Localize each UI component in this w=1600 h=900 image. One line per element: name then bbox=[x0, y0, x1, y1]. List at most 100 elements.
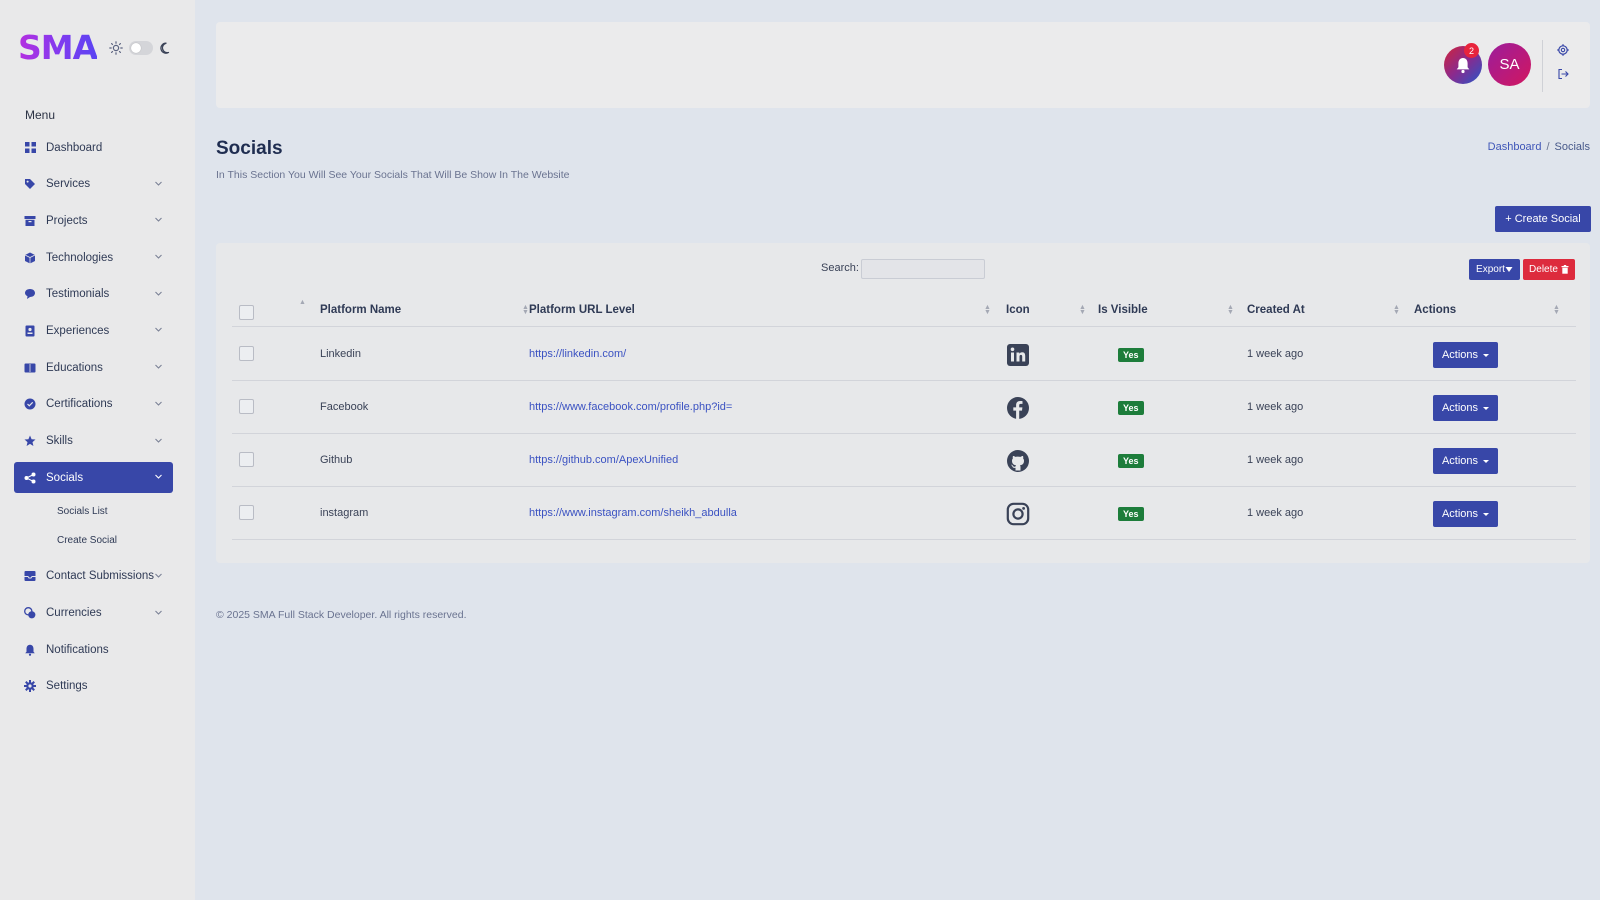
sidebar-item-projects[interactable]: Projects bbox=[14, 205, 173, 236]
caret-down-icon bbox=[1483, 512, 1490, 516]
sidebar-item-technologies[interactable]: Technologies bbox=[14, 242, 173, 273]
github-icon bbox=[1007, 450, 1029, 472]
sort-icon[interactable]: ▲ ▼ bbox=[984, 304, 991, 316]
sidebar-item-currencies[interactable]: Currencies bbox=[14, 598, 173, 629]
notification-count-badge: 2 bbox=[1464, 43, 1479, 58]
platform-url-link[interactable]: https://linkedin.com/ bbox=[529, 348, 626, 360]
submenu-item-socials-list[interactable]: Socials List bbox=[14, 497, 173, 526]
sidebar-item-contact-submissions[interactable]: Contact Submissions bbox=[14, 561, 173, 592]
breadcrumb-current: Socials bbox=[1554, 141, 1590, 153]
actions-label: Actions bbox=[1441, 402, 1479, 414]
logo[interactable]: SMA bbox=[18, 28, 98, 67]
socials-submenu: Socials List Create Social bbox=[14, 497, 173, 555]
certificate-icon bbox=[24, 398, 36, 410]
avatar[interactable]: SA bbox=[1488, 43, 1531, 86]
chevron-down-icon bbox=[155, 328, 162, 333]
actions-dropdown-button[interactable]: Actions bbox=[1433, 342, 1498, 368]
sidebar-item-dashboard[interactable]: Dashboard bbox=[14, 132, 173, 163]
sort-icon[interactable]: ▲ ▼ bbox=[1079, 304, 1086, 316]
visible-badge: Yes bbox=[1118, 348, 1144, 362]
column-header-icon[interactable]: Icon bbox=[1006, 304, 1030, 316]
row-checkbox[interactable] bbox=[239, 505, 254, 520]
actions-dropdown-button[interactable]: Actions bbox=[1433, 395, 1498, 421]
sidebar-item-certifications[interactable]: Certifications bbox=[14, 389, 173, 420]
page-title: Socials bbox=[216, 138, 283, 159]
sort-icon[interactable]: ▲ bbox=[299, 299, 306, 306]
header-divider bbox=[1542, 40, 1543, 92]
sidebar-item-label: Educations bbox=[46, 361, 103, 374]
sort-icon[interactable]: ▲ ▼ bbox=[1393, 304, 1400, 316]
column-header-created-at[interactable]: Created At bbox=[1247, 304, 1305, 316]
column-header-platform-url[interactable]: Platform URL Level bbox=[529, 304, 635, 316]
row-checkbox[interactable] bbox=[239, 399, 254, 414]
bell-icon bbox=[1456, 57, 1470, 73]
platform-name: instagram bbox=[320, 507, 369, 519]
delete-label: Delete bbox=[1529, 264, 1558, 275]
bell-icon bbox=[24, 644, 36, 656]
page-subtitle: In This Section You Will See Your Social… bbox=[216, 169, 570, 181]
breadcrumb: Dashboard / Socials bbox=[1488, 141, 1590, 153]
gear-icon bbox=[24, 680, 36, 693]
chevron-down-icon bbox=[155, 573, 162, 578]
create-social-button[interactable]: + Create Social bbox=[1495, 206, 1591, 232]
caret-down-icon bbox=[1483, 353, 1490, 357]
sort-icon[interactable]: ▲ ▼ bbox=[522, 304, 529, 316]
tag-icon bbox=[24, 178, 36, 190]
coins-icon bbox=[24, 607, 36, 619]
platform-url-link[interactable]: https://www.facebook.com/profile.php?id= bbox=[529, 401, 732, 413]
delete-button[interactable]: Delete bbox=[1523, 259, 1575, 280]
actions-label: Actions bbox=[1441, 455, 1479, 467]
column-header-actions[interactable]: Actions bbox=[1414, 304, 1456, 316]
sidebar-item-services[interactable]: Services bbox=[14, 169, 173, 200]
sidebar-item-label: Testimonials bbox=[46, 288, 110, 301]
moon-icon bbox=[160, 42, 170, 54]
sidebar-item-label: Projects bbox=[46, 214, 88, 227]
notification-button[interactable]: 2 bbox=[1444, 43, 1482, 84]
theme-toggle[interactable] bbox=[129, 40, 154, 55]
sidebar-item-label: Notifications bbox=[46, 643, 109, 656]
sort-icon[interactable]: ▲ ▼ bbox=[1553, 304, 1560, 316]
platform-url-link[interactable]: https://github.com/ApexUnified bbox=[529, 454, 678, 466]
sidebar-item-notifications[interactable]: Notifications bbox=[14, 634, 173, 665]
instagram-icon bbox=[1006, 502, 1030, 526]
sort-icon[interactable]: ▲ ▼ bbox=[1227, 304, 1234, 316]
dashboard-icon bbox=[24, 142, 36, 154]
sun-icon bbox=[109, 40, 123, 55]
star-icon bbox=[24, 435, 36, 447]
sidebar-item-educations[interactable]: Educations bbox=[14, 352, 173, 383]
sidebar-item-label: Certifications bbox=[46, 398, 113, 411]
platform-name: Facebook bbox=[320, 401, 369, 413]
search-input[interactable] bbox=[861, 259, 985, 279]
breadcrumb-dashboard-link[interactable]: Dashboard bbox=[1488, 141, 1542, 153]
sidebar-item-skills[interactable]: Skills bbox=[14, 426, 173, 457]
chevron-down-icon bbox=[155, 181, 162, 186]
actions-label: Actions bbox=[1441, 508, 1479, 520]
sidebar-item-experiences[interactable]: Experiences bbox=[14, 315, 173, 346]
platform-name: Github bbox=[320, 454, 353, 466]
export-button[interactable]: Export bbox=[1469, 259, 1520, 280]
logout-icon[interactable] bbox=[1557, 68, 1569, 80]
platform-url-link[interactable]: https://www.instagram.com/sheikh_abdulla bbox=[529, 507, 737, 519]
trash-icon bbox=[1561, 265, 1569, 274]
menu-heading: Menu bbox=[25, 108, 56, 122]
row-checkbox[interactable] bbox=[239, 346, 254, 361]
caret-down-icon bbox=[1483, 406, 1490, 410]
row-checkbox[interactable] bbox=[239, 452, 254, 467]
sidebar-item-label: Skills bbox=[46, 435, 73, 447]
select-all-checkbox[interactable] bbox=[239, 305, 254, 320]
platform-name: Linkedin bbox=[320, 348, 361, 360]
created-at: 1 week ago bbox=[1247, 401, 1304, 413]
sidebar-item-label: Currencies bbox=[46, 607, 102, 620]
share-icon bbox=[24, 472, 36, 484]
sidebar: SMA Menu Dashboard Services Projects Tec… bbox=[0, 0, 195, 900]
gear-icon[interactable] bbox=[1557, 44, 1569, 56]
sidebar-item-testimonials[interactable]: Testimonials bbox=[14, 279, 173, 310]
created-at: 1 week ago bbox=[1247, 454, 1304, 466]
sidebar-item-socials[interactable]: Socials bbox=[14, 462, 173, 494]
actions-dropdown-button[interactable]: Actions bbox=[1433, 501, 1498, 527]
column-header-platform-name[interactable]: Platform Name bbox=[320, 304, 401, 316]
submenu-item-create-social[interactable]: Create Social bbox=[14, 526, 173, 555]
sidebar-item-settings[interactable]: Settings bbox=[14, 671, 173, 702]
actions-dropdown-button[interactable]: Actions bbox=[1433, 448, 1498, 474]
column-header-is-visible[interactable]: Is Visible bbox=[1098, 304, 1148, 316]
